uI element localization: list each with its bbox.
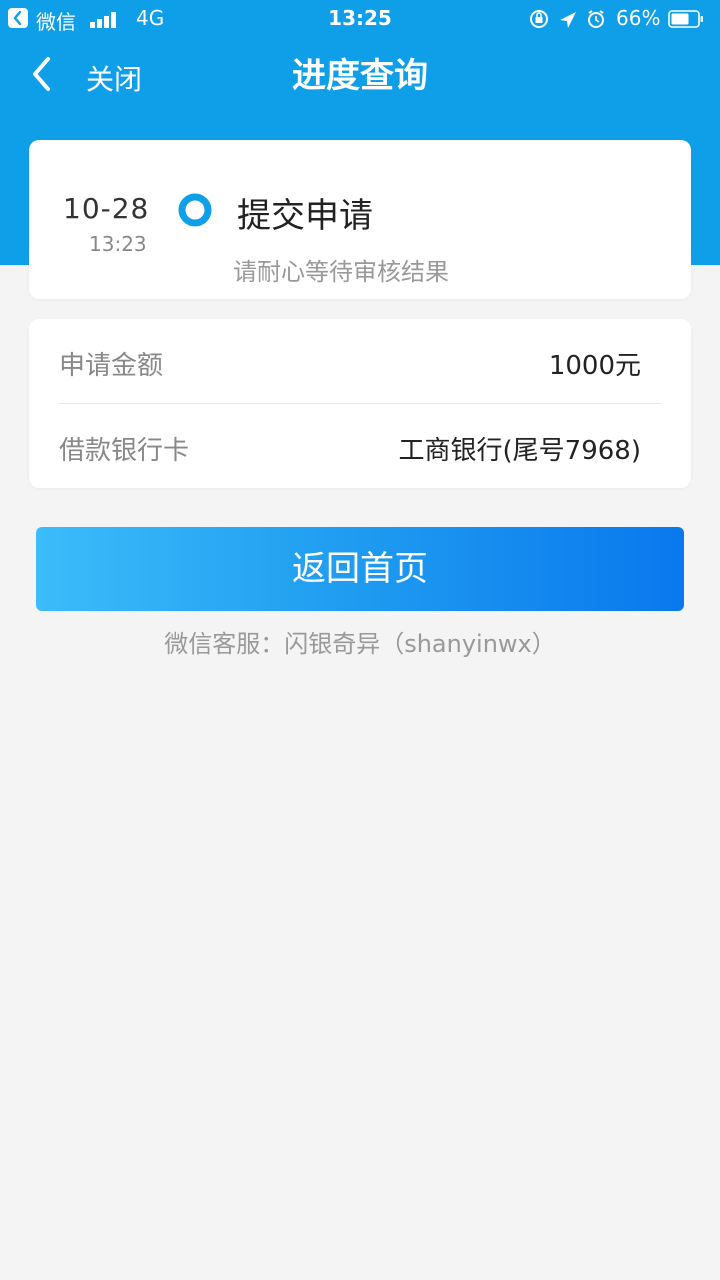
status-bar: 微信 4G 13:25 66%: [0, 0, 720, 38]
page-title: 进度查询: [292, 56, 428, 96]
alarm-icon: [588, 10, 604, 28]
progress-card: 10-28 13:23 提交申请 请耐心等待审核结果: [29, 140, 691, 299]
progress-date: 10-28: [63, 192, 150, 225]
bank-card-label: 借款银行卡: [59, 436, 190, 466]
info-row-bank-card: 借款银行卡 工商银行(尾号7968): [59, 404, 661, 488]
status-icons: [528, 8, 608, 30]
info-row-amount: 申请金额 1000元: [59, 319, 661, 404]
radio-dot-icon: [178, 193, 212, 227]
location-icon: [560, 12, 576, 28]
battery-percent: 66%: [616, 6, 661, 30]
status-time: 13:25: [328, 6, 392, 30]
bank-card-value: 工商银行(尾号7968): [398, 436, 641, 466]
progress-description: 请耐心等待审核结果: [233, 258, 449, 286]
progress-status: 提交申请: [237, 196, 373, 236]
amount-value: 1000元: [548, 351, 641, 381]
customer-service-text: 微信客服：闪银奇异（shanyinwx）: [164, 630, 556, 658]
progress-time: 13:23: [89, 232, 147, 256]
battery-icon: [668, 9, 704, 28]
amount-label: 申请金额: [59, 351, 164, 381]
return-home-button[interactable]: 返回首页: [36, 527, 684, 611]
rotation-lock-icon: [530, 10, 548, 28]
loan-info-card: 申请金额 1000元 借款银行卡 工商银行(尾号7968): [29, 319, 691, 488]
nav-bar: 关闭 进度查询: [0, 38, 720, 108]
